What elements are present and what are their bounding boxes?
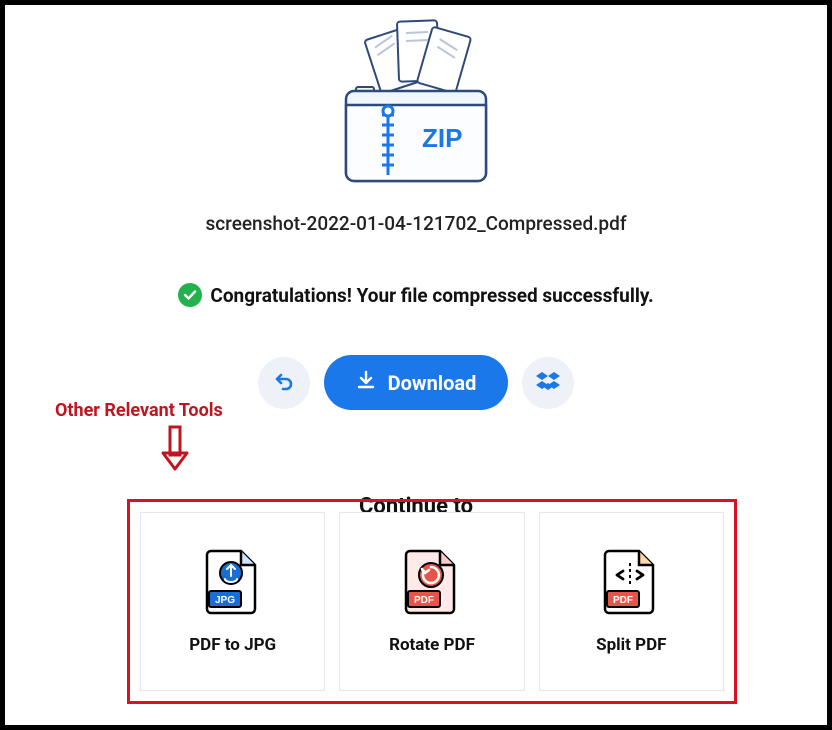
tool-label: Split PDF	[596, 635, 666, 655]
svg-text:PDF: PDF	[414, 595, 434, 606]
rotate-pdf-icon: PDF	[404, 549, 460, 619]
svg-text:PDF: PDF	[613, 595, 633, 606]
undo-icon	[272, 369, 296, 397]
tool-label: PDF to JPG	[189, 635, 276, 655]
app-frame: ZIP screenshot-2022-01-04-121702_Compres…	[0, 0, 832, 730]
related-tools-panel: JPG PDF to JPG PDF Rotate PDF	[127, 499, 737, 704]
download-button-label: Download	[388, 371, 477, 395]
tool-card-pdf-to-jpg[interactable]: JPG PDF to JPG	[140, 512, 325, 691]
pdf-to-jpg-icon: JPG	[205, 549, 261, 619]
tool-label: Rotate PDF	[389, 635, 475, 655]
svg-text:JPG: JPG	[215, 595, 235, 606]
tool-card-rotate-pdf[interactable]: PDF Rotate PDF	[339, 512, 524, 691]
annotation-arrow-icon	[160, 425, 190, 477]
action-button-row: Download	[258, 355, 575, 410]
filename-label: screenshot-2022-01-04-121702_Compressed.…	[205, 212, 626, 235]
download-icon	[356, 370, 376, 395]
svg-text:ZIP: ZIP	[422, 123, 462, 153]
tool-card-split-pdf[interactable]: PDF Split PDF	[539, 512, 724, 691]
zip-folder-illustration: ZIP	[326, 15, 506, 194]
dropbox-button[interactable]	[522, 357, 574, 409]
status-row: Congratulations! Your file compressed su…	[178, 283, 653, 307]
undo-button[interactable]	[258, 357, 310, 409]
download-button[interactable]: Download	[324, 355, 509, 410]
dropbox-icon	[536, 369, 560, 397]
annotation-label: Other Relevant Tools	[55, 400, 223, 421]
status-message: Congratulations! Your file compressed su…	[210, 284, 653, 307]
split-pdf-icon: PDF	[603, 549, 659, 619]
success-check-icon	[178, 283, 202, 307]
main-content: ZIP screenshot-2022-01-04-121702_Compres…	[5, 15, 827, 528]
